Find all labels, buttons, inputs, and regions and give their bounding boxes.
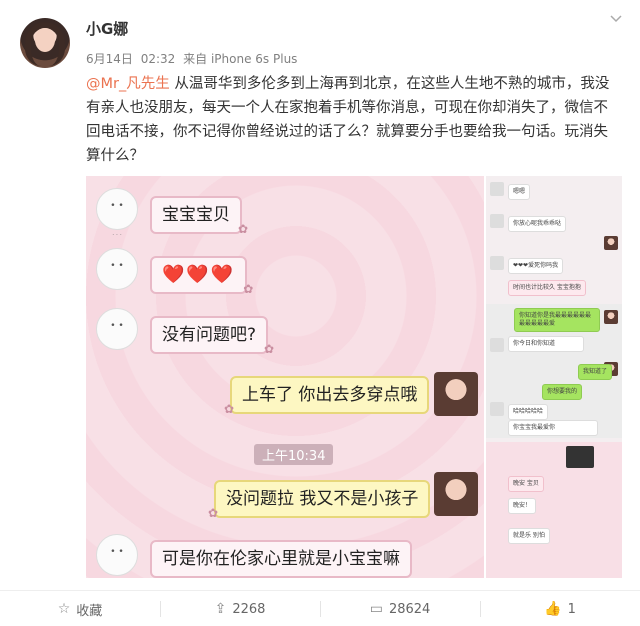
thumbs-up-icon: 👍 (544, 601, 562, 617)
flower-icon: ✿ (263, 342, 275, 356)
post-text: @Mr_凡先生 从温哥华到多伦多到上海再到北京，在这些人生地不熟的城市，我没有亲… (86, 72, 616, 168)
flower-icon: ✿ (224, 402, 235, 416)
chat-bubble-left: 宝宝宝贝 ✿ (150, 196, 248, 236)
username[interactable]: 小G娜 (86, 18, 128, 39)
side-chat-panel-pink (486, 442, 622, 578)
repost-count: 2268 (232, 601, 266, 617)
chat-message: 没有问题吧? (162, 325, 257, 345)
avatar[interactable] (20, 18, 70, 68)
chat-bubble-right: 上车了 你出去多穿点哦 ✿ (224, 376, 430, 416)
chat-bubble-left: 没有问题吧? ✿ (150, 316, 274, 356)
action-bar: ☆ 收藏 ⇪ 2268 ▭ 28624 👍 1 (0, 590, 640, 626)
favorite-button[interactable]: ☆ 收藏 (0, 591, 160, 626)
side-avatar (604, 236, 618, 250)
flower-icon: ✿ (237, 222, 248, 236)
side-avatar (490, 214, 504, 228)
chat-bubble-right: 没问题拉 我又不是小孩子 ✿ (208, 480, 431, 520)
contact-avatar (434, 472, 478, 516)
side-message: 你知道你是我最最最最最最最最最最最爱 (514, 308, 600, 332)
side-message: 晚安 宝贝 (508, 476, 544, 492)
side-image (566, 446, 594, 468)
like-button[interactable]: 👍 1 (480, 591, 640, 626)
post-meta: 6月14日 02:32 来自 iPhone 6s Plus (86, 50, 301, 67)
post-time[interactable]: 02:32 (141, 52, 176, 66)
side-message: 时间也计比较久 宝宝抱抱 (508, 280, 586, 296)
repost-icon: ⇪ (214, 601, 227, 617)
comment-icon: ▭ (369, 601, 383, 617)
star-icon: ☆ (57, 601, 71, 617)
sticker-icon (96, 188, 138, 230)
post-source[interactable]: 来自 iPhone 6s Plus (183, 52, 297, 66)
comment-count: 28624 (388, 601, 431, 617)
side-message: 嗯嗯 (508, 184, 531, 200)
post-image[interactable]: · · · 宝宝宝贝 ✿ ❤️❤️❤️ ✿ 没有问题吧? ✿ 上车了 你出去多穿… (86, 176, 622, 578)
chat-message: 可是你在伦家心里就是小宝宝嘛 (162, 549, 400, 569)
chevron-down-icon[interactable] (606, 10, 626, 30)
post-date[interactable]: 6月14日 (86, 52, 133, 66)
chat-message: ❤️❤️❤️ (162, 264, 236, 285)
favorite-label: 收藏 (76, 603, 103, 619)
side-avatar (490, 402, 504, 416)
side-message: 晚安！ (508, 498, 537, 514)
like-count: 1 (567, 601, 576, 617)
side-message: 我知道了 (578, 364, 613, 380)
side-message: 哈哈哈哈哈 (508, 404, 549, 420)
side-message: 你今日和你知道 (508, 336, 584, 352)
chat-screenshot-main: · · · 宝宝宝贝 ✿ ❤️❤️❤️ ✿ 没有问题吧? ✿ 上车了 你出去多穿… (86, 176, 484, 578)
chat-timestamp: 上午10:34 (254, 444, 334, 465)
repost-button[interactable]: ⇪ 2268 (160, 591, 320, 626)
side-avatar (604, 310, 618, 324)
flower-icon: ✿ (243, 282, 254, 296)
sticker-icon (96, 534, 138, 576)
flower-icon: ✿ (208, 506, 219, 520)
side-avatar (490, 256, 504, 270)
side-message: 你放心呢我乖乖哒 (508, 216, 567, 232)
side-avatar (490, 338, 504, 352)
mention-link[interactable]: @Mr_凡先生 (86, 76, 170, 92)
side-message: 你宝宝我最爱你 (508, 420, 598, 436)
comment-button[interactable]: ▭ 28624 (320, 591, 480, 626)
chat-bubble-left: ❤️❤️❤️ ✿ (150, 256, 253, 296)
chat-message: 上车了 你出去多穿点哦 (242, 385, 418, 405)
avatar-face (35, 28, 55, 52)
chat-screenshot-side: 嗯嗯 你放心呢我乖乖哒 ❤❤❤爱死你吗我 时间也计比较久 宝宝抱抱 你知道你是我… (486, 176, 622, 578)
chat-message: 宝宝宝贝 (162, 205, 230, 225)
side-message: 你想要我的 (542, 384, 583, 400)
chat-message: 没问题拉 我又不是小孩子 (226, 489, 419, 509)
sticker-icon (96, 308, 138, 350)
weibo-post: 小G娜 6月14日 02:32 来自 iPhone 6s Plus @Mr_凡先… (0, 0, 640, 626)
sticker-icon (96, 248, 138, 290)
chat-bubble-left: 可是你在伦家心里就是小宝宝嘛 (150, 540, 412, 578)
sticker-caption: · · · (112, 232, 122, 239)
side-avatar (490, 182, 504, 196)
side-message: ❤❤❤爱死你吗我 (508, 258, 564, 274)
side-message: 就是乐 别怕 (508, 528, 550, 544)
contact-avatar (434, 372, 478, 416)
